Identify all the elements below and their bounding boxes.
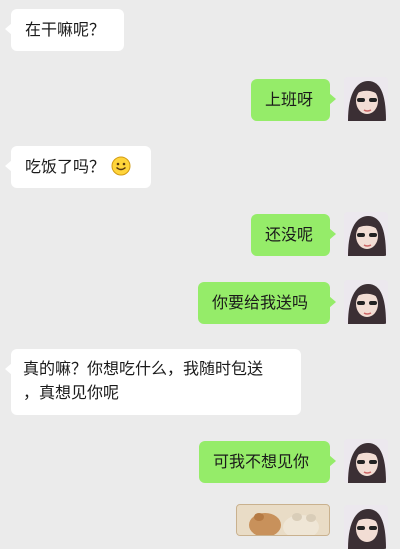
outgoing-message-bubble[interactable]: 可我不想见你 bbox=[199, 441, 336, 483]
image-message-thumbnail[interactable] bbox=[236, 504, 330, 536]
smile-emoji-icon bbox=[111, 156, 131, 184]
message-text-line: 真的嘛？你想吃什么，我随时包送 bbox=[23, 359, 264, 378]
message-text: 可我不想见你 bbox=[213, 452, 310, 471]
avatar[interactable] bbox=[344, 212, 388, 256]
message-text-line: ，真想见你呢 bbox=[23, 383, 120, 402]
incoming-message-bubble[interactable]: 真的嘛？你想吃什么，我随时包送 ，真想见你呢 bbox=[5, 349, 301, 415]
message-text: 吃饭了吗？ bbox=[25, 157, 106, 176]
avatar[interactable] bbox=[344, 505, 388, 549]
incoming-message-bubble[interactable]: 吃饭了吗？ bbox=[5, 146, 151, 188]
message-text: 在干嘛呢？ bbox=[25, 20, 106, 39]
avatar[interactable] bbox=[344, 280, 388, 324]
user-avatar-icon bbox=[344, 505, 388, 549]
avatar[interactable] bbox=[344, 77, 388, 121]
user-avatar-icon bbox=[344, 280, 388, 324]
avatar[interactable] bbox=[344, 439, 388, 483]
outgoing-message-bubble[interactable]: 还没呢 bbox=[251, 214, 336, 256]
message-text: 还没呢 bbox=[265, 225, 314, 244]
message-text: 你要给我送吗 bbox=[212, 293, 309, 312]
message-text: 上班呀 bbox=[265, 90, 314, 109]
user-avatar-icon bbox=[344, 212, 388, 256]
image-thumbnail-icon bbox=[237, 505, 329, 535]
user-avatar-icon bbox=[344, 77, 388, 121]
incoming-message-bubble[interactable]: 在干嘛呢？ bbox=[5, 9, 124, 51]
user-avatar-icon bbox=[344, 439, 388, 483]
outgoing-message-bubble[interactable]: 你要给我送吗 bbox=[198, 282, 336, 324]
outgoing-message-bubble[interactable]: 上班呀 bbox=[251, 79, 336, 121]
